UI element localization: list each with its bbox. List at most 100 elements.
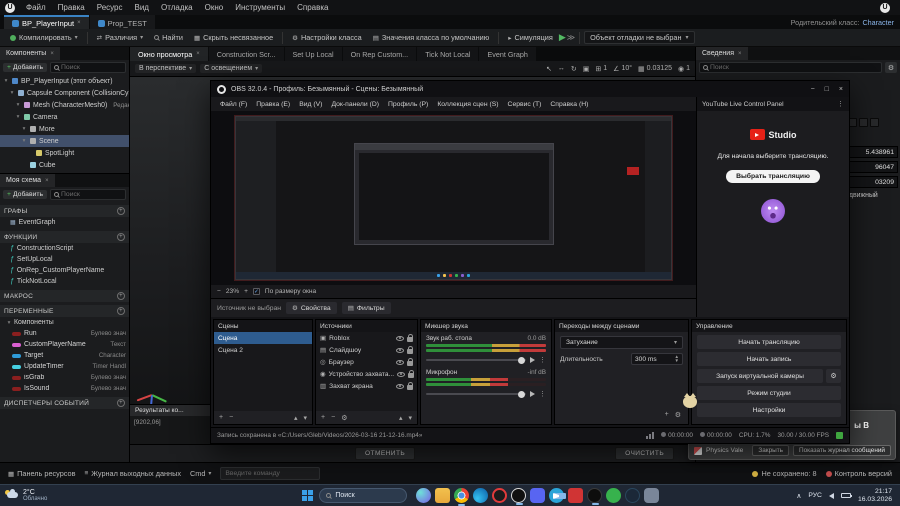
lock-icon[interactable] <box>408 369 415 378</box>
variables-group-components[interactable]: ▾ Компоненты <box>0 317 129 328</box>
menu-tools[interactable]: Инструменты <box>229 3 291 12</box>
discord-icon[interactable] <box>530 488 546 503</box>
tree-row[interactable]: Cube <box>0 159 129 171</box>
tree-row[interactable]: SpotLight <box>0 147 129 159</box>
mobility-label[interactable]: движный <box>849 192 878 199</box>
unsaved-indicator[interactable]: Не сохранено: 8 <box>752 469 817 478</box>
obs-preview-area[interactable] <box>211 111 696 285</box>
move-source-down-icon[interactable]: ▾ <box>408 414 412 422</box>
menu-help[interactable]: Справка <box>291 3 334 12</box>
close-toast-button[interactable]: Закрыть <box>752 445 789 456</box>
console-command-input[interactable] <box>225 470 316 477</box>
scene-item[interactable]: Сцена 2 <box>214 344 312 356</box>
function-item[interactable]: ƒ OnRep_CustomPlayerName <box>0 265 129 276</box>
add-transition-icon[interactable]: + <box>665 411 669 419</box>
close-icon[interactable]: × <box>738 51 742 57</box>
lock-icon[interactable] <box>407 345 413 354</box>
components-search-input[interactable] <box>61 64 122 71</box>
zoom-in-icon[interactable]: + <box>244 288 248 295</box>
remove-scene-icon[interactable]: − <box>229 414 233 421</box>
source-control-button[interactable]: Контроль версий <box>825 469 892 478</box>
fit-to-window-checkbox[interactable]: ✓ <box>252 288 260 295</box>
variable-row[interactable]: Run Булево знач <box>0 328 129 339</box>
minimize-icon[interactable]: − <box>811 86 815 93</box>
select-tool-icon[interactable]: ↖ <box>546 65 552 73</box>
graph-item-eventgraph[interactable]: ▦ EventGraph <box>0 217 129 228</box>
move-tool-icon[interactable]: ↔ <box>558 65 565 72</box>
close-icon[interactable]: × <box>45 178 49 184</box>
scale-tool-icon[interactable]: ▣ <box>583 65 590 73</box>
show-message-log-button[interactable]: Показать журнал сообщений <box>793 445 891 456</box>
language-indicator[interactable]: РУС <box>808 492 822 499</box>
tab-compiler-results[interactable]: Результаты ко... <box>130 405 210 416</box>
unreal-engine-icon[interactable] <box>587 488 603 505</box>
tree-row[interactable]: ▾ BP_PlayerInput (этот объект) <box>0 75 129 87</box>
transitions-dock-title[interactable]: Переходы между сценами <box>555 320 688 332</box>
tab-set-up-local[interactable]: Set Up Local <box>284 47 342 61</box>
visibility-icon[interactable] <box>396 335 404 341</box>
chrome-icon[interactable] <box>454 488 470 506</box>
obs-menu-profile[interactable]: Профиль (P) <box>384 101 432 108</box>
add-graph-icon[interactable]: + <box>117 207 125 215</box>
obs-menu-tools[interactable]: Сервис (T) <box>504 101 546 108</box>
add-source-icon[interactable]: + <box>321 414 325 421</box>
section-variables[interactable]: ПЕРЕМЕННЫЕ + <box>0 305 129 317</box>
spinner-arrows-icon[interactable]: ▲ ▼ <box>675 354 679 363</box>
rotate-tool-icon[interactable]: ↻ <box>571 65 577 73</box>
copilot-icon[interactable] <box>416 488 432 503</box>
kebab-menu-icon[interactable]: ⋮ <box>837 100 844 108</box>
gray-app-icon[interactable] <box>644 488 660 503</box>
slider-knob[interactable] <box>518 390 525 398</box>
tree-row[interactable]: ▾ Capsule Component (CollisionCylinde <box>0 87 129 99</box>
menu-file[interactable]: Файл <box>20 3 52 12</box>
section-graphs[interactable]: ГРАФЫ + <box>0 205 129 217</box>
lock-icon[interactable] <box>407 333 413 342</box>
kebab-menu-icon[interactable]: ⋮ <box>539 356 546 364</box>
clear-button[interactable]: ОЧИСТИТЬ <box>615 447 675 460</box>
studio-mode-button[interactable]: Режим студии <box>697 386 841 400</box>
section-event-dispatchers[interactable]: ДИСПЕТЧЕРЫ СОБЫТИЙ + <box>0 397 129 409</box>
tray-expand-icon[interactable]: ∧ <box>796 492 801 500</box>
lock-icon[interactable] <box>407 357 413 366</box>
grid-snap-control[interactable]: ⊞ 1 <box>595 65 607 73</box>
close-icon[interactable]: × <box>196 51 200 57</box>
obs-menu-docks[interactable]: Док-панели (D) <box>327 101 383 108</box>
camera-speed-control[interactable]: ◉ 1 <box>678 65 690 73</box>
speaker-icon[interactable] <box>530 357 535 363</box>
tree-row[interactable]: ▾ Mesh (CharacterMesh0) Редакти <box>0 99 129 111</box>
tab-my-blueprint[interactable]: Моя схема × <box>0 174 55 187</box>
zoom-out-icon[interactable]: − <box>217 288 221 295</box>
lock-icon[interactable] <box>407 381 413 390</box>
menu-debug[interactable]: Отладка <box>155 3 199 12</box>
filters-button[interactable]: ▤ Фильтры <box>341 302 391 314</box>
view-mode-dropdown[interactable]: С освещением ▾ <box>200 64 263 73</box>
source-item[interactable]: ▥ Захват экрана <box>316 380 417 392</box>
edge-icon[interactable] <box>473 488 489 503</box>
tab-viewport[interactable]: Окно просмотра × <box>130 47 208 61</box>
taskbar-clock[interactable]: 21:17 16.03.2026 <box>858 488 892 504</box>
edit-tag[interactable]: Редакти <box>113 102 129 109</box>
close-icon[interactable]: × <box>77 20 81 26</box>
fit-to-window-label[interactable]: По размеру окна <box>265 288 316 295</box>
kebab-menu-icon[interactable]: ⋮ <box>539 390 546 398</box>
visibility-icon[interactable] <box>396 359 404 365</box>
variable-row[interactable]: Target Character <box>0 350 129 361</box>
taskbar-search[interactable]: Поиск <box>319 488 408 503</box>
obs-menu-file[interactable]: Файл (F) <box>216 101 251 108</box>
rotation-snap-control[interactable]: ∠ 10° <box>613 65 632 73</box>
source-properties-icon[interactable]: ⚙ <box>341 414 347 422</box>
class-settings-button[interactable]: ⚙ Настройки класса <box>287 31 367 44</box>
close-icon[interactable]: × <box>839 86 843 93</box>
duration-spinner[interactable]: 300 ms ▲ ▼ <box>631 353 683 365</box>
find-button[interactable]: Найти <box>149 31 188 44</box>
volume-slider[interactable] <box>426 356 526 364</box>
add-scene-icon[interactable]: + <box>219 414 223 421</box>
add-macro-icon[interactable]: + <box>117 292 125 300</box>
simulate-button[interactable]: ▸ Симуляция <box>503 31 558 44</box>
tree-row[interactable]: ▾ Camera <box>0 111 129 123</box>
tab-on-rep-custom[interactable]: On Rep Custom... <box>342 47 417 61</box>
parent-class-value[interactable]: Character <box>862 18 894 27</box>
move-scene-up-icon[interactable]: ▴ <box>294 414 298 422</box>
sources-dock-title[interactable]: Источники <box>316 320 417 332</box>
obs-menu-edit[interactable]: Правка (E) <box>252 101 294 108</box>
